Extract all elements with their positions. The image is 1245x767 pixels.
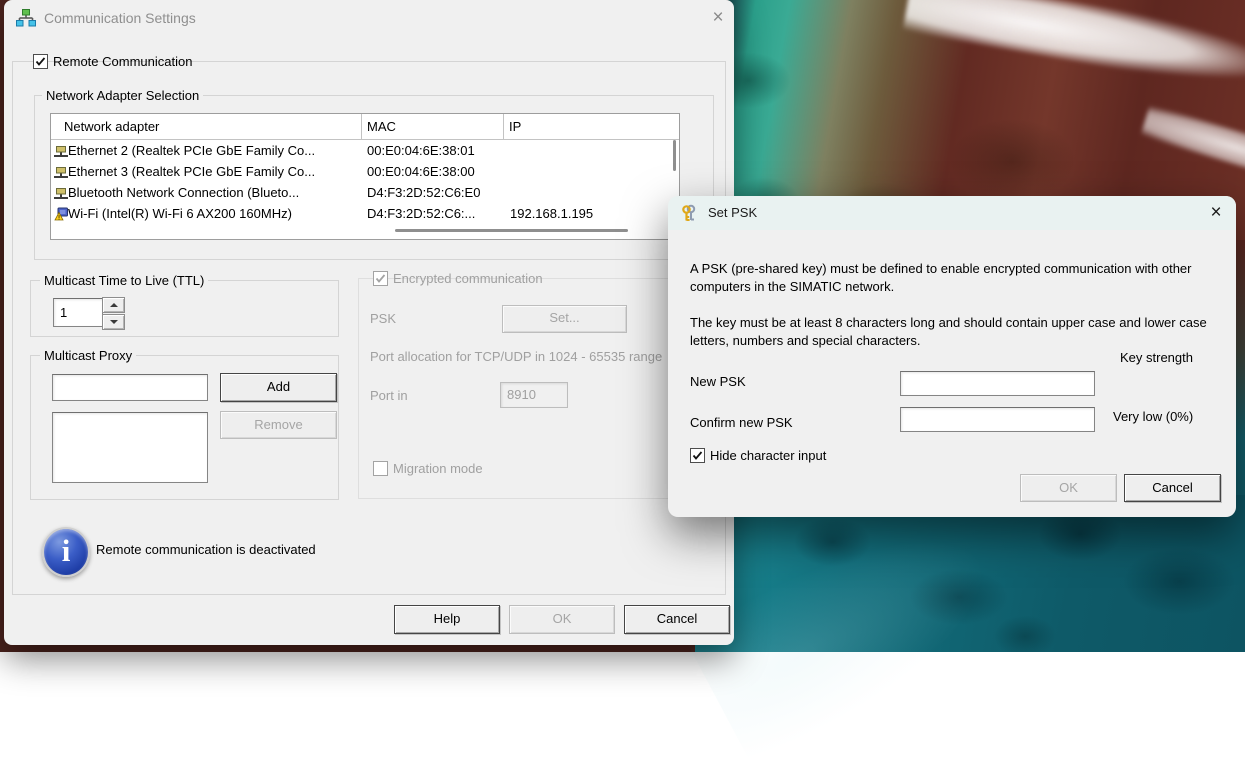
- adapter-mac: D4:F3:2D:52:C6:...: [367, 203, 501, 224]
- check-icon: [374, 272, 387, 285]
- vertical-scrollbar[interactable]: [673, 140, 676, 171]
- hide-character-input-label: Hide character input: [710, 448, 826, 463]
- adapter-ip: 192.168.1.195: [510, 203, 678, 224]
- confirm-psk-label: Confirm new PSK: [690, 415, 793, 430]
- ttl-spin-down-button[interactable]: [102, 314, 125, 330]
- ttl-spin-up-button[interactable]: [102, 297, 125, 313]
- encrypted-communication-checkbox: [373, 271, 388, 286]
- set-psk-dialog: Set PSK × A PSK (pre-shared key) must be…: [668, 196, 1236, 517]
- psk-dialog-title: Set PSK: [708, 196, 757, 230]
- migration-mode-label: Migration mode: [393, 461, 483, 476]
- key-strength-label: Key strength: [1120, 350, 1193, 365]
- table-row[interactable]: Ethernet 2 (Realtek PCIe GbE Family Co..…: [51, 140, 679, 161]
- psk-ok-button: OK: [1020, 474, 1117, 502]
- ethernet-adapter-icon: [54, 185, 68, 199]
- check-icon: [34, 55, 47, 68]
- port-in-input: 8910: [500, 382, 568, 408]
- psk-requirements: The key must be at least 8 characters lo…: [690, 314, 1216, 350]
- hide-character-input-checkbox[interactable]: [690, 448, 705, 463]
- comm-close-icon[interactable]: ×: [709, 9, 727, 27]
- help-button[interactable]: Help: [394, 605, 500, 634]
- adapter-mac: D4:F3:2D:52:C6:E0: [367, 182, 501, 203]
- network-nodes-icon: [16, 9, 36, 30]
- psk-titlebar[interactable]: Set PSK ×: [668, 196, 1236, 230]
- arrow-up-icon: [110, 303, 118, 307]
- table-row[interactable]: Ethernet 3 (Realtek PCIe GbE Family Co..…: [51, 161, 679, 182]
- keys-icon: [680, 203, 700, 226]
- ok-button: OK: [509, 605, 615, 634]
- comm-dialog-title: Communication Settings: [44, 0, 196, 36]
- port-allocation-label: Port allocation for TCP/UDP in 1024 - 65…: [370, 349, 662, 364]
- info-icon: i: [42, 527, 90, 577]
- column-mac[interactable]: MAC: [361, 114, 504, 139]
- psk-close-icon[interactable]: ×: [1207, 204, 1225, 222]
- check-icon: [691, 449, 704, 462]
- psk-description: A PSK (pre-shared key) must be defined t…: [690, 260, 1216, 296]
- adapter-mac: 00:E0:04:6E:38:01: [367, 140, 501, 161]
- arrow-down-icon: [110, 320, 118, 324]
- status-text: Remote communication is deactivated: [96, 542, 316, 557]
- add-button[interactable]: Add: [220, 373, 337, 402]
- remote-communication-label: Remote Communication: [53, 54, 192, 69]
- port-in-label: Port in: [370, 388, 408, 403]
- psk-cancel-button[interactable]: Cancel: [1124, 474, 1221, 502]
- adapter-name: Wi-Fi (Intel(R) Wi-Fi 6 AX200 160MHz): [68, 203, 360, 224]
- wifi-warning-icon: [54, 206, 68, 220]
- cancel-button[interactable]: Cancel: [624, 605, 730, 634]
- adapter-name: Bluetooth Network Connection (Blueto...: [68, 182, 360, 203]
- encrypted-communication-label: Encrypted communication: [393, 271, 543, 286]
- migration-mode-checkbox: [373, 461, 388, 476]
- table-row[interactable]: Bluetooth Network Connection (Blueto... …: [51, 182, 679, 203]
- new-psk-label: New PSK: [690, 374, 746, 389]
- proxy-address-input[interactable]: [52, 374, 208, 401]
- ethernet-adapter-icon: [54, 164, 68, 178]
- adapter-name: Ethernet 2 (Realtek PCIe GbE Family Co..…: [68, 140, 360, 161]
- ttl-input[interactable]: 1: [53, 298, 103, 327]
- remote-communication-checkbox[interactable]: [33, 54, 48, 69]
- adapter-name: Ethernet 3 (Realtek PCIe GbE Family Co..…: [68, 161, 360, 182]
- confirm-psk-input[interactable]: [900, 407, 1095, 432]
- key-strength-value: Very low (0%): [1113, 409, 1193, 424]
- column-network-adapter[interactable]: Network adapter: [51, 114, 362, 139]
- adapter-table[interactable]: Network adapter MAC IP Ethernet 2 (Realt…: [50, 113, 680, 240]
- adapter-table-header: Network adapter MAC IP: [51, 114, 679, 140]
- ethernet-adapter-icon: [54, 143, 68, 157]
- horizontal-scrollbar[interactable]: [395, 229, 628, 232]
- multicast-ttl-label: Multicast Time to Live (TTL): [40, 273, 208, 288]
- communication-settings-dialog: Communication Settings × Remote Communic…: [4, 0, 734, 645]
- proxy-listbox[interactable]: [52, 412, 208, 483]
- table-row[interactable]: Wi-Fi (Intel(R) Wi-Fi 6 AX200 160MHz) D4…: [51, 203, 679, 224]
- comm-titlebar[interactable]: Communication Settings ×: [4, 0, 734, 36]
- adapter-mac: 00:E0:04:6E:38:00: [367, 161, 501, 182]
- remove-button: Remove: [220, 411, 337, 439]
- new-psk-input[interactable]: [900, 371, 1095, 396]
- column-ip[interactable]: IP: [503, 114, 678, 139]
- psk-label: PSK: [370, 311, 396, 326]
- set-psk-button: Set...: [502, 305, 627, 333]
- network-adapter-selection-label: Network Adapter Selection: [42, 88, 203, 103]
- multicast-proxy-label: Multicast Proxy: [40, 348, 136, 363]
